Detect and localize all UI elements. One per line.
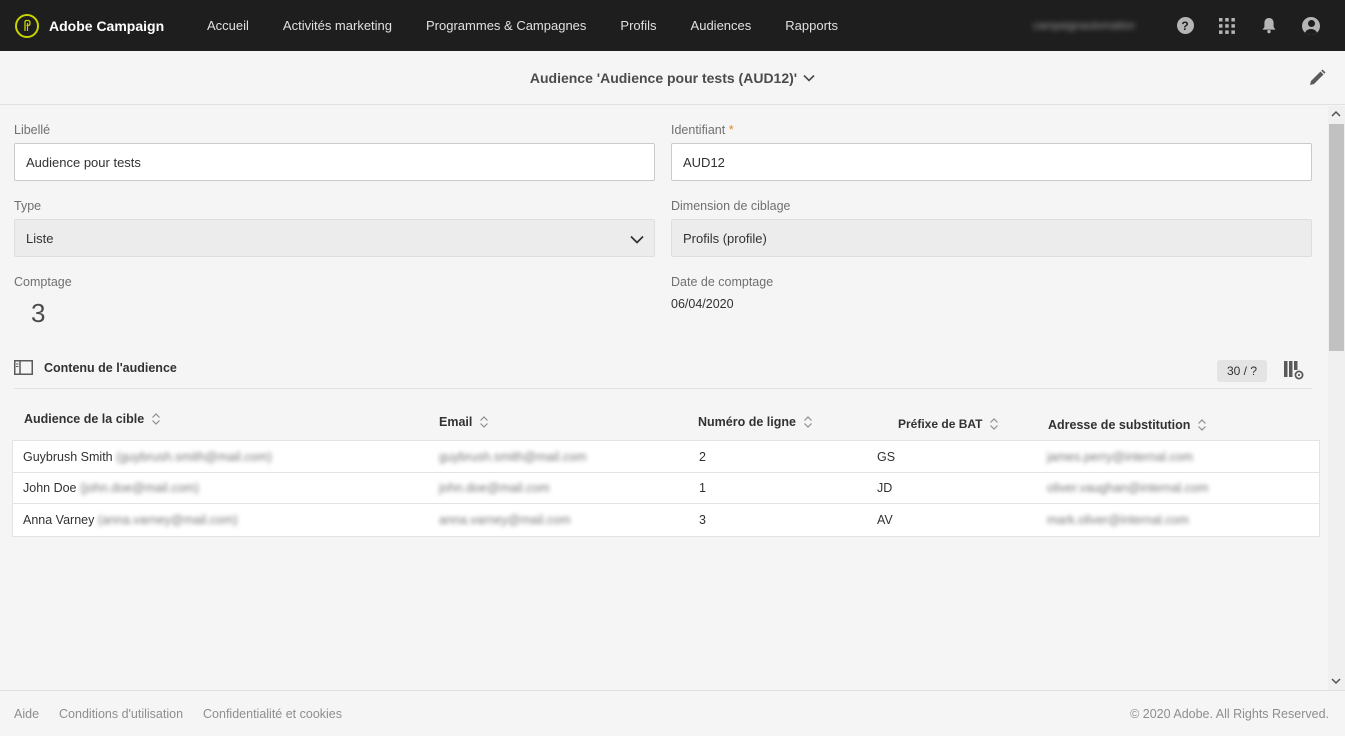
- app-name: Adobe Campaign: [49, 17, 165, 34]
- column-header-numero-ligne[interactable]: Numéro de ligne: [698, 415, 813, 429]
- table-row[interactable]: John Doe (john.doe@mail.com) john.doe@ma…: [13, 473, 1319, 505]
- nav-item-programmes-campagnes[interactable]: Programmes & Campagnes: [426, 18, 586, 33]
- help-glyph: ?: [1176, 17, 1194, 34]
- cell-email: anna.varney@mail.com: [439, 512, 571, 527]
- identifiant-input[interactable]: AUD12: [671, 143, 1312, 181]
- dimension-label: Dimension de ciblage: [671, 199, 791, 213]
- type-value: Liste: [26, 230, 54, 246]
- cell-name-email: (anna.varney@mail.com): [97, 512, 238, 527]
- comptage-label: Comptage: [14, 275, 72, 289]
- column-header-label: Numéro de ligne: [698, 415, 796, 429]
- cell-audience: John Doe (john.doe@mail.com): [23, 473, 199, 504]
- column-header-adresse-substitution[interactable]: Adresse de substitution: [1048, 418, 1207, 432]
- libelle-label: Libellé: [14, 123, 51, 137]
- comptage-value: 3: [31, 298, 46, 328]
- user-avatar-icon[interactable]: [1301, 16, 1321, 36]
- nav-item-activites-marketing[interactable]: Activités marketing: [283, 18, 392, 33]
- scrollbar-thumb[interactable]: [1329, 124, 1344, 351]
- main-nav: Accueil Activités marketing Programmes &…: [207, 0, 872, 51]
- column-header-label: Audience de la cible: [24, 412, 145, 426]
- cell-email: john.doe@mail.com: [439, 481, 550, 496]
- cell-audience: Guybrush Smith (guybrush.smith@mail.com): [23, 441, 272, 472]
- top-right-tools: campaignautomation ?: [1033, 0, 1321, 51]
- identifiant-label-text: Identifiant: [671, 123, 726, 137]
- apps-grid-icon[interactable]: [1217, 16, 1237, 36]
- user-name[interactable]: campaignautomation: [1033, 20, 1135, 32]
- cell-line-number: 1: [699, 481, 706, 496]
- audience-content-header: Contenu de l'audience 30 / ?: [14, 359, 1312, 389]
- cell-prefix: GS: [877, 449, 896, 464]
- chevron-down-icon[interactable]: [803, 74, 815, 82]
- identifiant-value: AUD12: [683, 154, 725, 170]
- section-title: Contenu de l'audience: [44, 361, 177, 375]
- column-header-email[interactable]: Email: [439, 415, 489, 429]
- cell-email: guybrush.smith@mail.com: [439, 449, 587, 464]
- footer: Aide Conditions d'utilisation Confidenti…: [0, 690, 1345, 736]
- help-icon[interactable]: ?: [1175, 16, 1195, 36]
- scroll-down-icon[interactable]: [1330, 675, 1342, 687]
- column-header-audience[interactable]: Audience de la cible: [24, 412, 161, 426]
- date-comptage-label: Date de comptage: [671, 275, 774, 289]
- table-row[interactable]: Anna Varney (anna.varney@mail.com) anna.…: [13, 504, 1319, 536]
- cell-name: Guybrush Smith: [23, 449, 113, 464]
- footer-link-confidentialite[interactable]: Confidentialité et cookies: [203, 707, 342, 721]
- footer-link-aide[interactable]: Aide: [14, 707, 39, 721]
- pagination-counter[interactable]: 30 / ?: [1216, 360, 1267, 382]
- sort-icon[interactable]: [151, 412, 161, 426]
- cell-substitution: james.perry@internal.com: [1047, 449, 1194, 464]
- audience-table: Guybrush Smith (guybrush.smith@mail.com)…: [12, 440, 1320, 537]
- cell-line-number: 3: [699, 512, 706, 527]
- dimension-value: Profils (profile): [683, 230, 767, 246]
- column-header-label: Email: [439, 415, 473, 429]
- avatar: [1302, 16, 1320, 35]
- nav-item-rapports[interactable]: Rapports: [785, 18, 838, 33]
- panel-icon[interactable]: [14, 360, 33, 378]
- cell-line-number: 2: [699, 449, 706, 464]
- nav-item-accueil[interactable]: Accueil: [207, 18, 249, 33]
- nav-item-profils[interactable]: Profils: [620, 18, 656, 33]
- top-bar: Adobe Campaign Accueil Activités marketi…: [0, 0, 1345, 51]
- date-comptage-value: 06/04/2020: [671, 297, 734, 311]
- type-label: Type: [14, 199, 42, 213]
- nav-item-audiences[interactable]: Audiences: [691, 18, 752, 33]
- scroll-up-icon[interactable]: [1330, 108, 1342, 120]
- footer-link-conditions[interactable]: Conditions d'utilisation: [59, 707, 183, 721]
- cell-substitution: mark.oliver@internal.com: [1047, 512, 1189, 527]
- copyright: © 2020 Adobe. All Rights Reserved.: [1130, 707, 1329, 721]
- column-settings-icon[interactable]: [1284, 361, 1304, 383]
- sort-icon[interactable]: [803, 415, 813, 429]
- bell-icon[interactable]: [1259, 16, 1279, 36]
- cell-substitution: oliver.vaughan@internal.com: [1047, 481, 1209, 496]
- cell-name-email: (john.doe@mail.com): [80, 481, 199, 496]
- cell-prefix: JD: [877, 481, 893, 496]
- cell-name-email: (guybrush.smith@mail.com): [116, 449, 272, 464]
- dimension-field: Profils (profile): [671, 219, 1312, 257]
- identifiant-label: Identifiant *: [671, 123, 734, 137]
- cell-audience: Anna Varney (anna.varney@mail.com): [23, 504, 238, 535]
- cell-name: John Doe: [23, 481, 77, 496]
- sort-icon[interactable]: [479, 415, 489, 429]
- required-mark: *: [728, 123, 734, 137]
- column-header-label: Préfixe de BAT: [898, 417, 983, 431]
- column-header-prefixe-bat[interactable]: Préfixe de BAT: [898, 417, 999, 431]
- pencil-icon[interactable]: [1307, 68, 1327, 88]
- libelle-input[interactable]: Audience pour tests: [14, 143, 655, 181]
- table-row[interactable]: Guybrush Smith (guybrush.smith@mail.com)…: [13, 441, 1319, 473]
- column-header-label: Adresse de substitution: [1048, 418, 1191, 432]
- title-bar: Audience 'Audience pour tests (AUD12)': [0, 51, 1345, 105]
- cell-name: Anna Varney: [23, 512, 95, 527]
- chevron-down-icon: [630, 232, 644, 247]
- cell-prefix: AV: [877, 512, 893, 527]
- brand[interactable]: Adobe Campaign: [15, 13, 207, 38]
- libelle-value: Audience pour tests: [26, 154, 141, 170]
- type-select[interactable]: Liste: [14, 219, 655, 257]
- sort-icon[interactable]: [989, 417, 999, 431]
- sort-icon[interactable]: [1197, 418, 1207, 432]
- adobe-campaign-logo-icon: [15, 13, 39, 38]
- page-title: Audience 'Audience pour tests (AUD12)': [529, 69, 798, 86]
